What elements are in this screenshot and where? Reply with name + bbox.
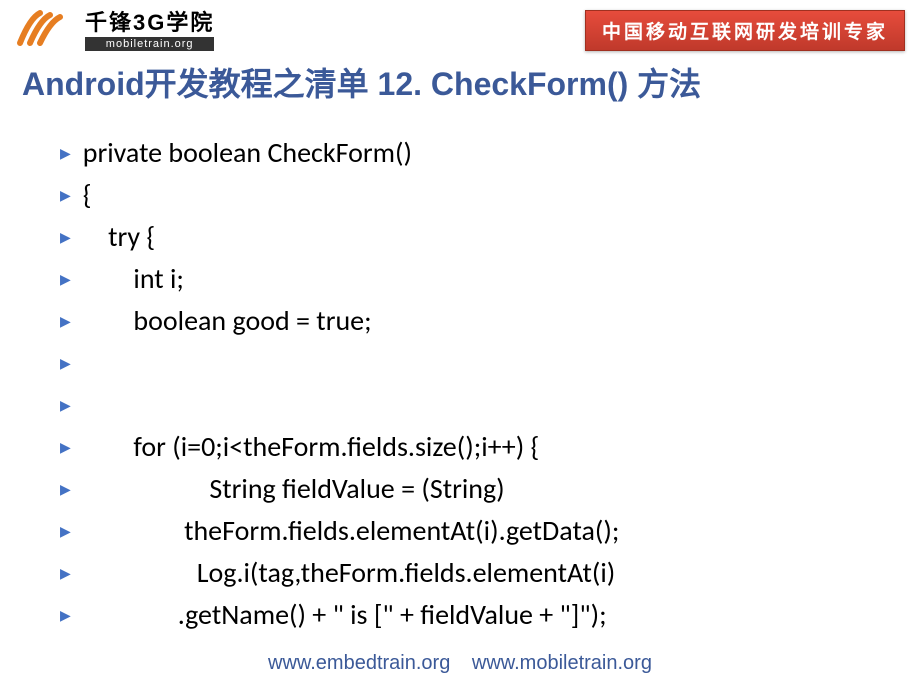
page-title: Android开发教程之清单 12. CheckForm() 方法	[0, 51, 920, 125]
brand-main: 千锋3G学院	[85, 5, 214, 37]
code-line: ▶ private boolean CheckForm()	[60, 135, 880, 173]
code-text: {	[83, 177, 92, 212]
bullet-icon: ▶	[60, 397, 71, 414]
code-text: String fieldValue = (String)	[83, 471, 505, 506]
code-line: ▶ for (i=0;i<theForm.fields.size();i++) …	[60, 429, 880, 467]
bullet-icon: ▶	[60, 145, 71, 162]
code-line: ▶	[60, 345, 880, 383]
footer: www.embedtrain.org www.mobiletrain.org	[0, 652, 920, 675]
bullet-icon: ▶	[60, 355, 71, 372]
logo-icon	[15, 8, 75, 48]
footer-link-1: www.embedtrain.org	[268, 652, 450, 674]
code-line: ▶	[60, 387, 880, 425]
code-text: for (i=0;i<theForm.fields.size();i++) {	[83, 429, 540, 464]
bullet-icon: ▶	[60, 313, 71, 330]
bullet-icon: ▶	[60, 187, 71, 204]
code-line: ▶ int i;	[60, 261, 880, 299]
code-line: ▶ {	[60, 177, 880, 215]
code-line: ▶ boolean good = true;	[60, 303, 880, 341]
code-text: Log.i(tag,theForm.fields.elementAt(i)	[83, 555, 616, 590]
code-text: boolean good = true;	[83, 303, 372, 338]
code-line: ▶ theForm.fields.elementAt(i).getData();	[60, 513, 880, 551]
bullet-icon: ▶	[60, 607, 71, 624]
code-text: try {	[83, 219, 155, 254]
code-text: private boolean CheckForm()	[83, 135, 412, 170]
brand-text: 千锋3G学院 mobiletrain.org	[85, 5, 214, 51]
bullet-icon: ▶	[60, 439, 71, 456]
code-content: ▶ private boolean CheckForm() ▶ { ▶ try …	[0, 125, 920, 635]
logo-area: 千锋3G学院 mobiletrain.org	[15, 5, 214, 51]
bullet-icon: ▶	[60, 565, 71, 582]
bullet-icon: ▶	[60, 229, 71, 246]
banner: 中国移动互联网研发培训专家	[585, 10, 905, 51]
bullet-icon: ▶	[60, 271, 71, 288]
code-text: int i;	[83, 261, 184, 296]
code-line: ▶ try {	[60, 219, 880, 257]
code-line: ▶ String fieldValue = (String)	[60, 471, 880, 509]
bullet-icon: ▶	[60, 481, 71, 498]
code-line: ▶ .getName() + " is [" + fieldValue + "]…	[60, 597, 880, 635]
code-text: .getName() + " is [" + fieldValue + "]")…	[83, 597, 607, 632]
footer-link-2: www.mobiletrain.org	[472, 652, 652, 674]
code-text: theForm.fields.elementAt(i).getData();	[83, 513, 620, 548]
brand-sub: mobiletrain.org	[85, 37, 214, 51]
header: 千锋3G学院 mobiletrain.org 中国移动互联网研发培训专家	[0, 0, 920, 51]
code-line: ▶ Log.i(tag,theForm.fields.elementAt(i)	[60, 555, 880, 593]
bullet-icon: ▶	[60, 523, 71, 540]
